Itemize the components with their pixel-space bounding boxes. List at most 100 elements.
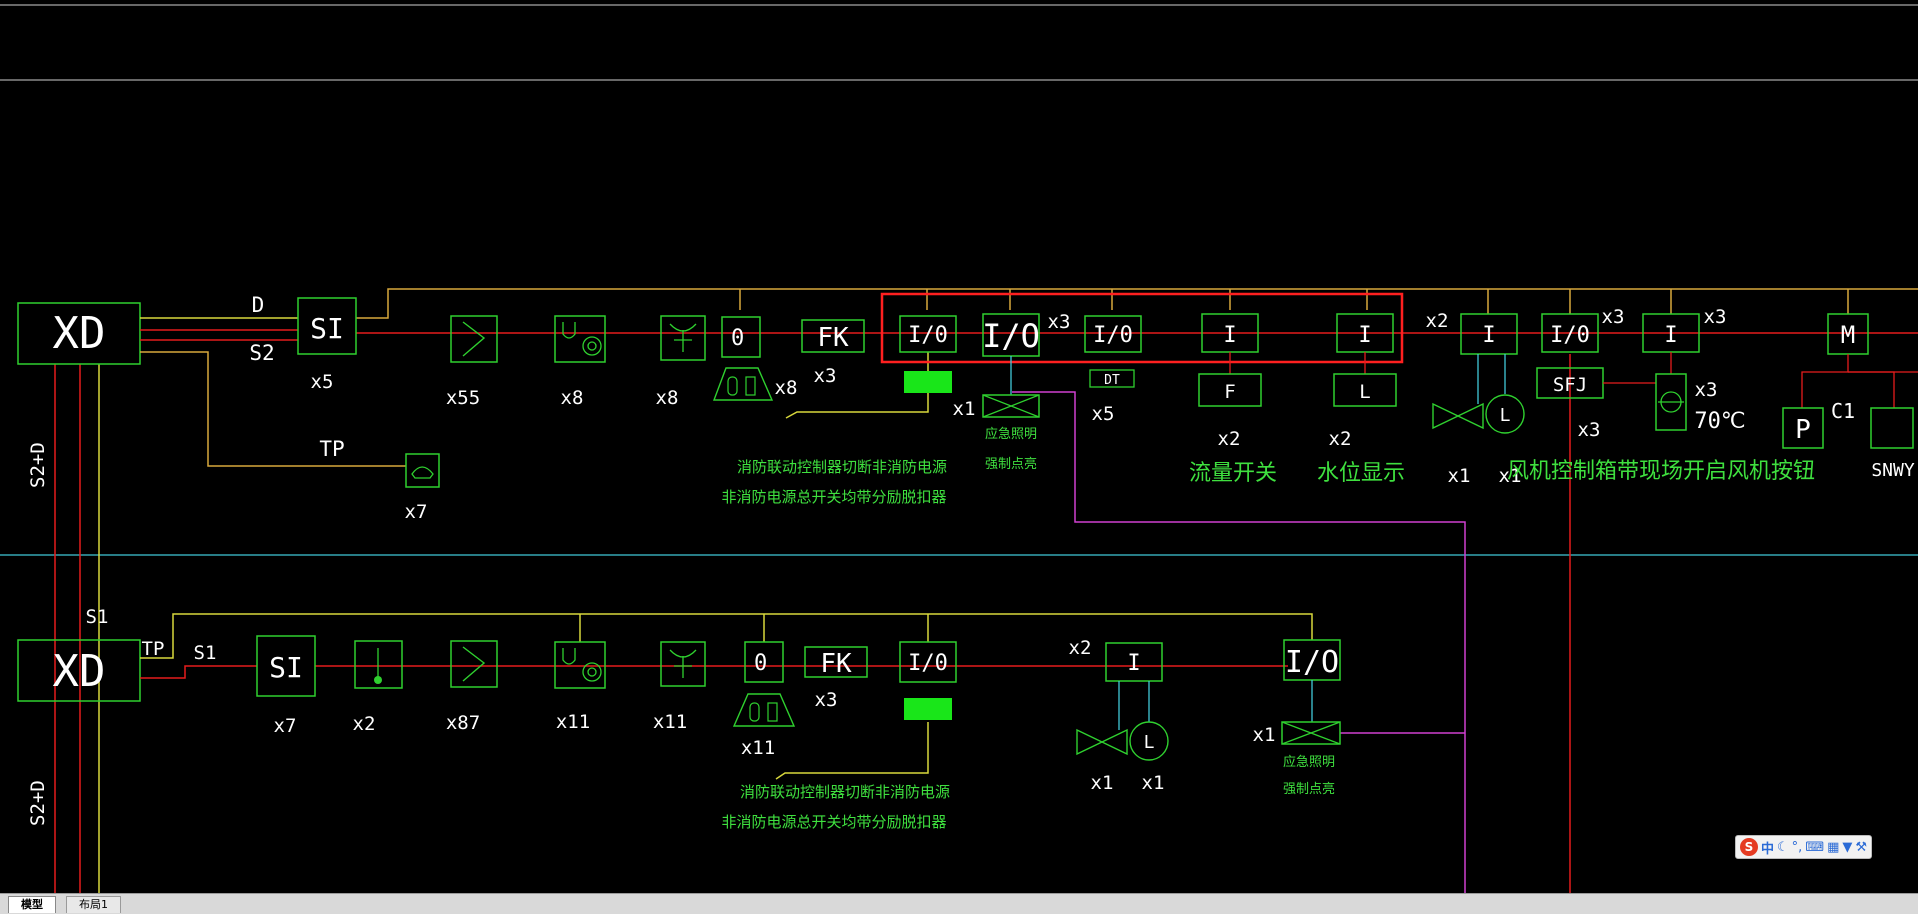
cad-drawing-canvas[interactable]: XD S2+D D S2 TP x7 SI x5 x55 x8 x8 0 x8 … (0, 0, 1918, 913)
emergency-line1-top: 应急照明 (985, 426, 1037, 442)
green-indicator-top (904, 371, 952, 393)
wrench-icon[interactable]: ⚒ (1855, 840, 1867, 855)
gauge-letter-bottom: L (1144, 732, 1155, 753)
bus-label-d: D (252, 293, 265, 317)
fk-label-bottom: FK (820, 649, 852, 679)
p-label: P (1795, 415, 1811, 445)
input-70c-label: I (1664, 323, 1677, 348)
zero-label-top: 0 (731, 326, 744, 351)
keyboard-icon[interactable]: ⌨ (1805, 840, 1824, 855)
emergency-line2-bottom: 强制点亮 (1283, 781, 1335, 797)
gauge-count-bottom: x1 (1142, 772, 1165, 794)
fk-count-bottom: x3 (815, 689, 838, 711)
io-label-bottom: I/0 (908, 651, 948, 676)
punct-icon[interactable]: °, (1792, 840, 1803, 855)
smoke-detector-icon-bottom[interactable] (450, 640, 498, 688)
riser-label-top: S2+D (27, 442, 49, 488)
level-caption: 水位显示 (1317, 461, 1405, 486)
io-big-label-bottom: I/O (1285, 645, 1339, 680)
alarm-valve-count-top: x8 (775, 377, 798, 399)
green-indicator-bottom (904, 698, 952, 720)
horn-count-bottom: x11 (556, 711, 590, 733)
gauge-letter-top: L (1500, 405, 1511, 426)
fk-count-top: x3 (814, 365, 837, 387)
x2-label-bottom: x2 (1069, 637, 1092, 659)
pump-input-label-top: I (1482, 323, 1495, 348)
bus-label-tp-bottom: TP (142, 638, 165, 660)
damper-count: x3 (1695, 379, 1718, 401)
highlight-box (880, 292, 1404, 364)
smoke-detector-icon[interactable] (450, 315, 498, 363)
emergency-count-bottom: x1 (1253, 724, 1276, 746)
phone-count: x7 (405, 501, 428, 523)
sfj-count-below: x3 (1578, 419, 1601, 441)
horn-count-top: x8 (561, 387, 584, 409)
moon-icon[interactable]: ☾ (1777, 840, 1789, 855)
phone-icon[interactable] (405, 453, 440, 488)
pump-input-label-bottom: I (1127, 651, 1140, 676)
bottom-bus-lines (140, 613, 1465, 780)
io-dt-count: x5 (1092, 403, 1115, 425)
x2-label-top: x2 (1426, 310, 1449, 332)
emergency-count-top: x1 (953, 398, 976, 420)
manual-count: x2 (353, 713, 376, 735)
flow-caption: 流量开关 (1189, 461, 1277, 486)
dt-label: DT (1104, 373, 1120, 388)
phone-handset (411, 466, 434, 479)
level-letter: L (1359, 381, 1370, 403)
xd-label-top: XD (53, 308, 106, 359)
valve-count-top: x1 (1448, 465, 1471, 487)
ime-mode-toggle[interactable]: 中 (1761, 838, 1774, 857)
alarm-valve-count-bottom: x11 (741, 737, 775, 759)
valve-icon-top (1432, 402, 1460, 430)
shirt-icon[interactable]: ▼ (1842, 840, 1852, 855)
hydrant-count-bottom: x11 (653, 711, 687, 733)
io-sfj-label: I/0 (1550, 323, 1590, 348)
input-flow-label: I (1223, 323, 1236, 348)
level-count: x2 (1329, 428, 1352, 450)
detector-count-bottom: x87 (446, 712, 480, 734)
bus-label-s1-bottom: S1 (194, 642, 217, 664)
emergency-line2-top: 强制点亮 (985, 456, 1037, 472)
ime-logo-icon[interactable]: S (1740, 838, 1758, 856)
detector-count-top: x55 (446, 387, 480, 409)
flow-count: x2 (1218, 428, 1241, 450)
toolbox-icon[interactable]: ▦ (1827, 840, 1839, 855)
io-dt-label-top: I/0 (1093, 323, 1133, 348)
valve-count-bottom: x1 (1091, 772, 1114, 794)
input-level-label: I (1358, 323, 1371, 348)
si-label-top: SI (310, 312, 344, 345)
fk-label-top: FK (817, 323, 849, 353)
tab-layout1[interactable]: 布局1 (66, 896, 121, 913)
note-line2-bottom: 非消防电源总开关均带分励脱扣器 (721, 813, 946, 831)
si-label-bottom: SI (269, 651, 303, 684)
input-70c-count-right: x3 (1704, 306, 1727, 328)
hydrant-count-top: x8 (656, 387, 679, 409)
alarm-valve-icon[interactable] (712, 367, 774, 401)
zero-label-bottom: 0 (754, 651, 767, 676)
xd-label-bottom: XD (53, 646, 106, 697)
riser-s1-label: S1 (86, 606, 109, 628)
io-label-top-1: I/0 (908, 323, 948, 348)
snwy-label: SNWY (1871, 460, 1915, 481)
sfj-label: SFJ (1553, 374, 1587, 396)
c1-label: C1 (1831, 399, 1855, 423)
si-count-top: x5 (311, 371, 334, 393)
tab-model[interactable]: 模型 (8, 896, 56, 913)
riser-label-bottom: S2+D (27, 780, 49, 826)
valve-icon-bottom (1076, 728, 1104, 756)
ime-toolbar[interactable]: S 中 ☾ °, ⌨ ▦ ▼ ⚒ (1735, 835, 1873, 859)
io-big-label-top: I/O (982, 317, 1040, 355)
alarm-valve-icon-bottom[interactable] (732, 693, 796, 727)
emergency-line1-bottom: 应急照明 (1283, 754, 1335, 770)
note-line2-top: 非消防电源总开关均带分励脱扣器 (721, 488, 946, 506)
riser-lines (54, 364, 100, 893)
bus-label-tp-top: TP (319, 437, 344, 461)
note-line1-bottom: 消防联动控制器切断非消防电源 (740, 783, 950, 801)
snwy-module[interactable] (1870, 407, 1914, 449)
layout-tab-bar: 模型 布局1 (0, 893, 1918, 914)
bus-label-s2: S2 (249, 341, 274, 365)
io-big-count-top: x3 (1048, 311, 1071, 333)
flow-switch-letter: F (1224, 381, 1235, 403)
temp-label: 70℃ (1694, 409, 1745, 434)
